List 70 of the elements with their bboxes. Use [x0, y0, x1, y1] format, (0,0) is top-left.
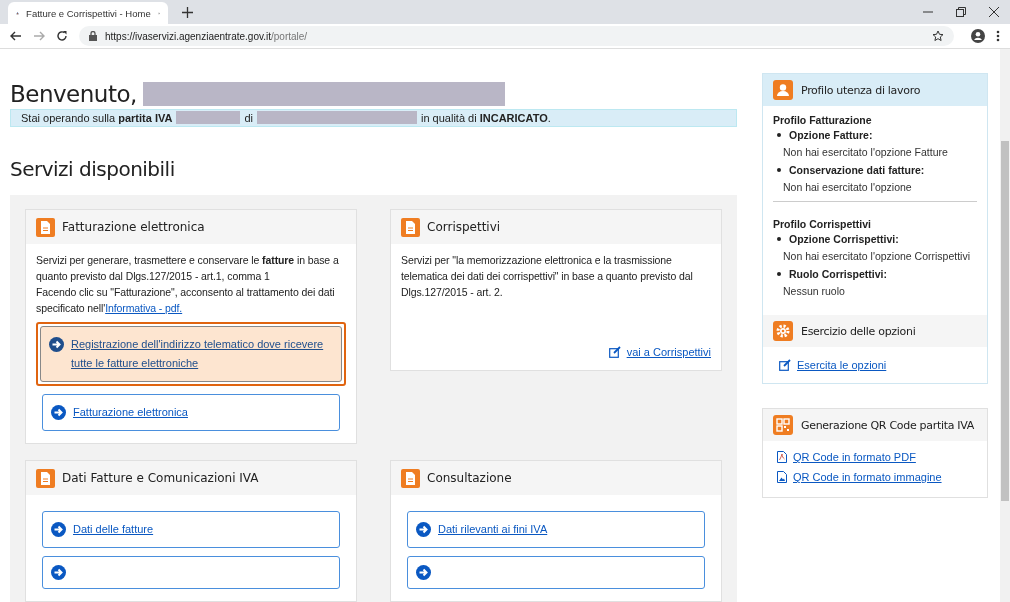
service-button[interactable]: Dati delle fatture	[42, 511, 340, 548]
option-value: Non hai esercitato l'opzione Fatture	[783, 146, 949, 158]
document-icon	[36, 217, 55, 237]
arrow-right-icon	[416, 522, 431, 537]
card-title: Consultazione	[427, 471, 512, 485]
arrow-right-icon	[49, 337, 64, 352]
arrow-right-icon	[416, 565, 431, 580]
back-icon[interactable]	[10, 30, 22, 42]
browser-tab[interactable]: Fatture e Corrispettivi - Home	[8, 2, 168, 24]
document-icon	[36, 468, 55, 488]
restore-icon[interactable]	[956, 7, 966, 17]
card-title: Fatturazione elettronica	[62, 220, 205, 234]
service-button[interactable]: Dati rilevanti ai fini IVA	[407, 511, 705, 548]
bullet-icon	[777, 272, 781, 276]
card-description: Servizi per generare, trasmettere e conservare le fatture in base a quanto previsto dal Dlgs.127/2015 - art.1, comma 1	[36, 253, 340, 284]
document-icon	[401, 468, 420, 488]
menu-icon[interactable]	[996, 30, 1000, 42]
notice-text: di	[244, 111, 253, 124]
qr-download-link[interactable]: QR Code in formato PDF	[777, 451, 973, 463]
lock-icon	[89, 31, 97, 41]
informativa-link[interactable]: Informativa - pdf.	[105, 302, 183, 314]
option-value: Nessun ruolo	[783, 285, 846, 297]
reload-icon[interactable]	[56, 30, 68, 42]
option-value: Non hai esercitato l'opzione Corrispettivi	[783, 250, 971, 262]
arrow-right-icon	[51, 565, 66, 580]
arrow-right-icon	[51, 522, 66, 537]
arrow-right-icon	[51, 405, 66, 420]
edit-icon	[779, 359, 791, 371]
card-description: Facendo clic su "Fatturazione", acconsento al trattamento dei dati specificato nell'Informativa - pdf.	[36, 285, 336, 316]
bullet-icon	[777, 237, 781, 241]
notice-text: Stai operando sulla partita IVA	[21, 111, 173, 124]
welcome-heading: Benvenuto,	[10, 80, 137, 107]
gear-icon	[773, 321, 793, 341]
section-title: Profilo Fatturazione	[773, 114, 873, 126]
image-file-icon	[777, 471, 787, 483]
service-button[interactable]: Registrazione dell'indirizzo telematico dove ricevere tutte le fatture elettroniche	[40, 326, 342, 382]
bullet-icon	[777, 133, 781, 137]
service-button[interactable]	[407, 556, 705, 589]
bullet-icon	[777, 168, 781, 172]
option-label: Ruolo Corrispettivi:	[789, 268, 887, 280]
pdf-file-icon	[777, 451, 787, 463]
option-label: Opzione Corrispettivi:	[789, 233, 899, 245]
bookmark-star-icon[interactable]	[932, 30, 944, 42]
address-field[interactable]: https://ivaservizi.agenziaentrate.gov.it/portale/	[79, 26, 954, 46]
edit-icon	[608, 346, 621, 358]
new-tab-icon[interactable]	[182, 7, 193, 18]
section-heading: Servizi disponibili	[10, 157, 176, 181]
option-label: Opzione Fatture:	[789, 129, 873, 141]
service-button[interactable]	[42, 556, 340, 589]
service-button[interactable]: Fatturazione elettronica	[42, 394, 340, 431]
section-title: Profilo Corrispettivi	[773, 218, 872, 230]
scrollbar[interactable]	[1000, 49, 1010, 602]
document-icon	[401, 217, 420, 237]
panel-title: Esercizio delle opzioni	[801, 324, 916, 338]
tab-title: Fatture e Corrispettivi - Home	[26, 7, 151, 19]
qr-code-icon	[773, 415, 793, 435]
panel-title: Profilo utenza di lavoro	[801, 83, 921, 97]
option-value: Non hai esercitato l'opzione	[783, 181, 913, 193]
panel-title: Generazione QR Code partita IVA	[801, 418, 974, 432]
options-link[interactable]: Esercita le opzioni	[779, 359, 971, 371]
notice-text: in qualità di INCARICATO.	[421, 111, 551, 124]
card-description: Servizi per "la memorizzazione elettronica e la trasmissione telematica dei dati dei corrispettivi" in base a quanto previsto dal Dlgs.127/2015 - art. 2.	[401, 253, 694, 300]
option-label: Conservazione dati fatture:	[789, 164, 925, 176]
card-title: Dati Fatture e Comunicazioni IVA	[62, 471, 259, 485]
qr-download-link[interactable]: QR Code in formato immagine	[777, 471, 973, 483]
user-icon	[773, 80, 793, 100]
card-title: Corrispettivi	[427, 220, 501, 234]
account-icon[interactable]	[971, 29, 985, 43]
redaction-bar	[176, 111, 241, 125]
corrispettivi-link[interactable]: vai a Corrispettivi	[608, 346, 711, 358]
